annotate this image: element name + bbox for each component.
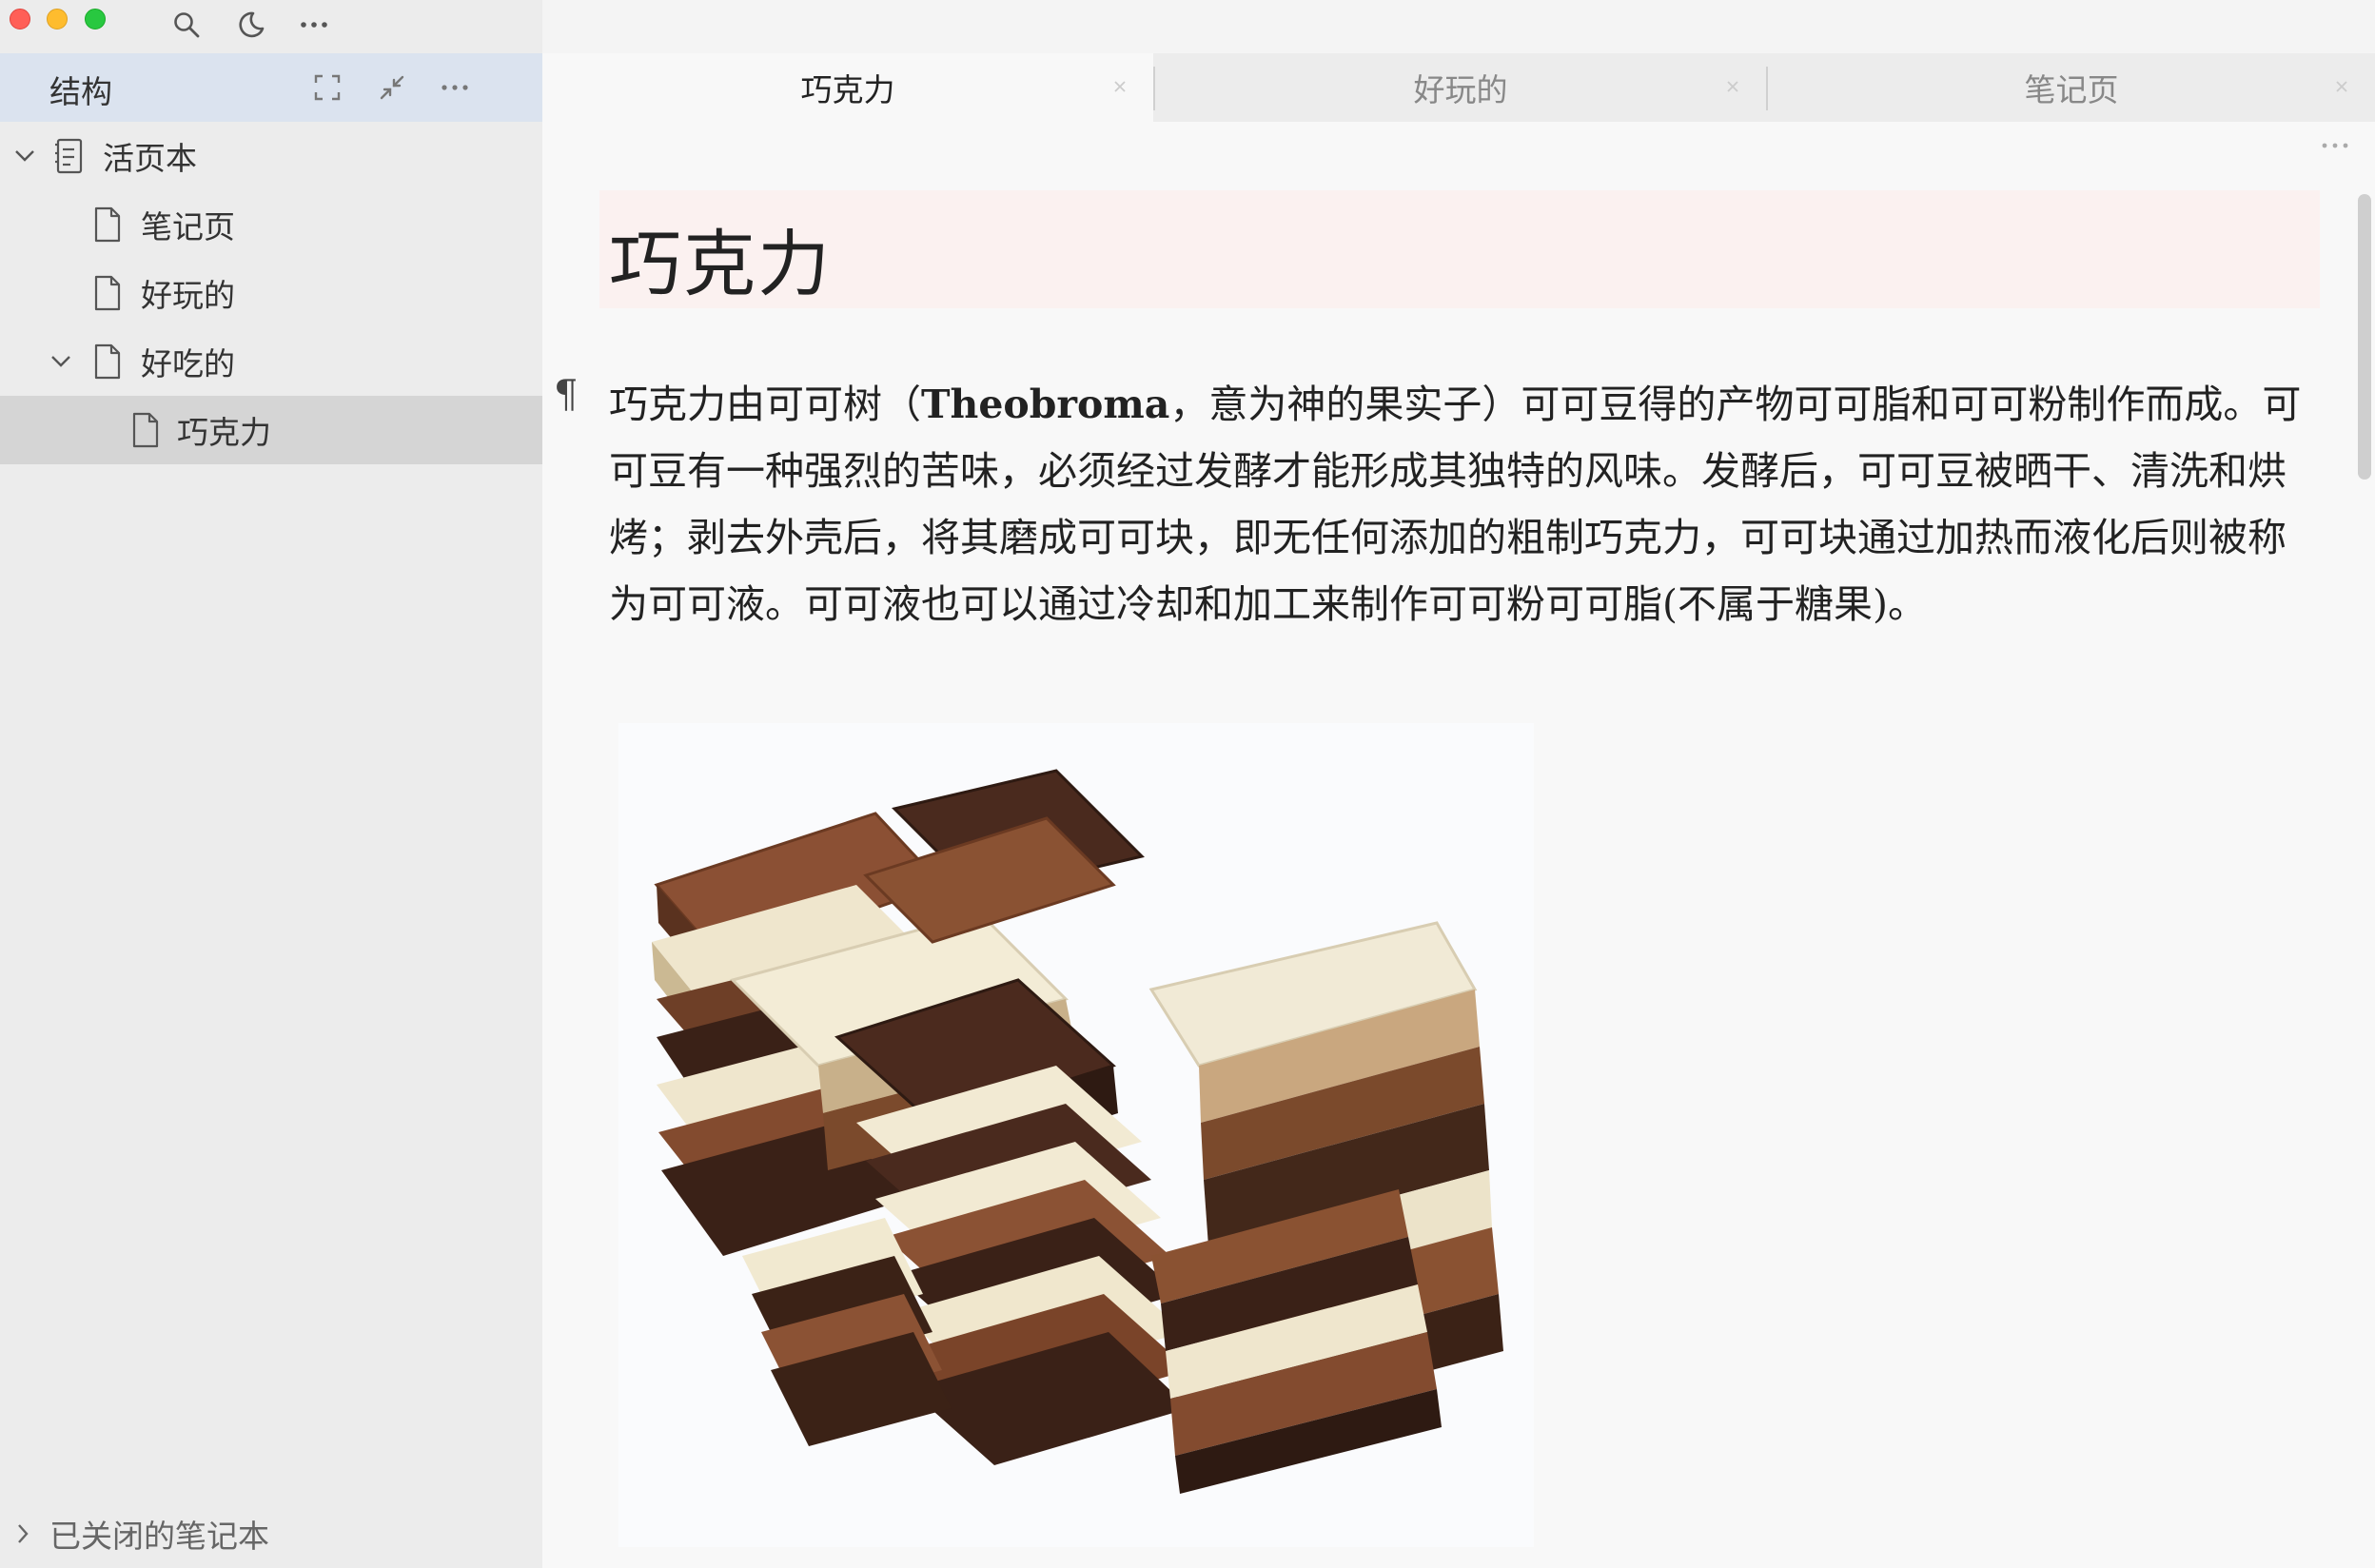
tree-item-label: 好玩的 bbox=[141, 277, 235, 314]
paragraph-text: 巧克力由可可树（ bbox=[609, 382, 921, 427]
minimize-window-button[interactable] bbox=[47, 9, 68, 29]
chocolate-image[interactable] bbox=[618, 723, 1534, 1547]
paragraph-icon[interactable]: ¶ bbox=[554, 373, 578, 417]
close-icon[interactable] bbox=[2329, 74, 2354, 99]
close-icon[interactable] bbox=[1720, 74, 1745, 99]
tab-fun[interactable]: 好玩的 bbox=[1155, 53, 1766, 122]
tab-notes[interactable]: 笔记页 bbox=[1768, 53, 2375, 122]
chevron-down-icon[interactable] bbox=[48, 348, 74, 375]
moon-icon[interactable] bbox=[234, 8, 268, 42]
close-window-button[interactable] bbox=[10, 9, 30, 29]
tree-item-label: 巧克力 bbox=[177, 414, 271, 451]
body-paragraph[interactable]: 巧克力由可可树（Theobroma，意为神的果实子）可可豆得的产物可可脂和可可粉… bbox=[609, 371, 2303, 637]
page-icon bbox=[91, 206, 124, 244]
tab-chocolate[interactable]: 巧克力 bbox=[542, 53, 1153, 122]
close-icon[interactable] bbox=[1108, 74, 1132, 99]
notebook-icon bbox=[53, 137, 86, 175]
scrollbar[interactable] bbox=[2352, 190, 2375, 1568]
closed-notebooks-label: 已关闭的笔记本 bbox=[49, 1518, 269, 1555]
chocolate-illustration bbox=[652, 769, 1503, 1494]
tab-label: 巧克力 bbox=[800, 71, 895, 108]
more-icon[interactable] bbox=[2316, 131, 2354, 160]
expand-icon[interactable] bbox=[310, 70, 344, 105]
tree-item-page[interactable]: 笔记页 bbox=[0, 190, 542, 259]
page-title[interactable]: 巧克力 bbox=[609, 206, 832, 310]
tab-label: 好玩的 bbox=[1413, 71, 1508, 108]
tree-item-label: 笔记页 bbox=[141, 208, 235, 245]
sidebar-title: 结构 bbox=[49, 73, 112, 110]
collapse-icon[interactable] bbox=[375, 70, 409, 105]
sidebar-header: 结构 bbox=[0, 53, 542, 122]
tree-item-label: 活页本 bbox=[103, 140, 197, 177]
search-icon[interactable] bbox=[169, 8, 204, 42]
page-icon bbox=[91, 343, 124, 381]
chevron-down-icon[interactable] bbox=[11, 143, 38, 169]
title-bar bbox=[0, 0, 542, 53]
paragraph-bold-text: Theobroma bbox=[921, 382, 1170, 427]
tree-item-page-selected[interactable]: 巧克力 bbox=[0, 396, 542, 464]
closed-notebooks-section[interactable]: 已关闭的笔记本 bbox=[0, 1499, 542, 1568]
more-icon[interactable] bbox=[438, 70, 472, 105]
tree-item-page[interactable]: 好玩的 bbox=[0, 259, 542, 327]
zoom-window-button[interactable] bbox=[85, 9, 106, 29]
tab-bar: 巧克力 好玩的 笔记页 bbox=[542, 53, 2375, 122]
more-icon[interactable] bbox=[297, 8, 331, 42]
tree-item-label: 好吃的 bbox=[141, 345, 235, 382]
chevron-right-icon[interactable] bbox=[10, 1520, 36, 1547]
tree-item-page[interactable]: 好吃的 bbox=[0, 327, 542, 396]
sidebar: 结构 活页本 笔记页 好玩的 好吃的 巧克力 已关闭的笔记本 bbox=[0, 53, 542, 1568]
editor-content[interactable]: 巧克力 ¶ 巧克力由可可树（Theobroma，意为神的果实子）可可豆得的产物可… bbox=[542, 122, 2375, 1568]
page-icon bbox=[91, 274, 124, 312]
page-title-block[interactable]: 巧克力 bbox=[599, 190, 2320, 308]
page-icon bbox=[129, 411, 162, 449]
tab-label: 笔记页 bbox=[2024, 71, 2119, 108]
scrollbar-thumb[interactable] bbox=[2358, 194, 2371, 480]
tree-item-notebook[interactable]: 活页本 bbox=[0, 122, 542, 190]
